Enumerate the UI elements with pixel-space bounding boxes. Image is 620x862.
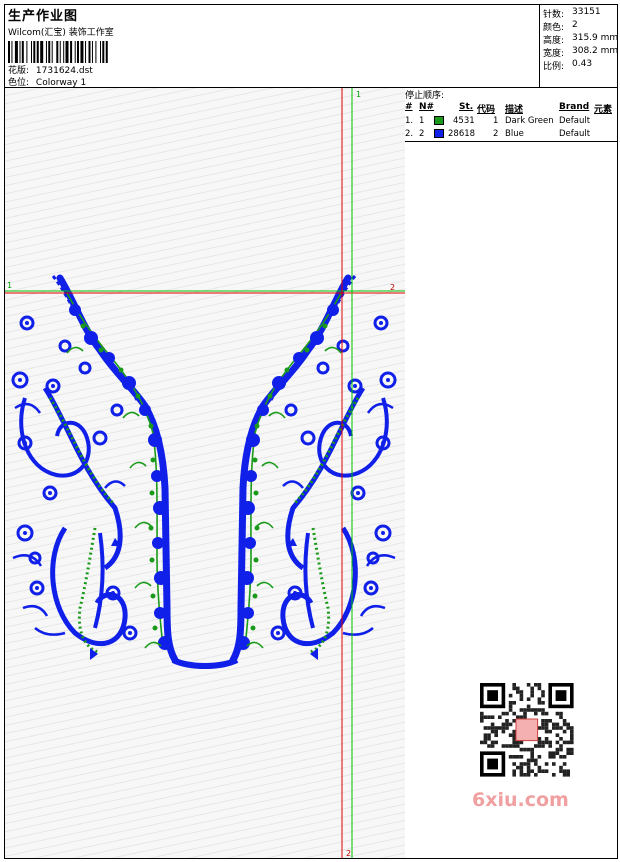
- stat-stitches: 针数: 33151: [543, 7, 601, 20]
- guide-label-left: 1: [7, 281, 12, 290]
- header-info: 生产作业图 Wilcom(汇宝) 装饰工作室 花版: 1731624.dst 色…: [5, 5, 539, 88]
- watermark: 6xiu.com: [472, 789, 569, 811]
- design-left-half: [13, 276, 175, 660]
- color-swatch: [434, 129, 444, 138]
- design-right-half: [233, 276, 395, 660]
- page-title: 生产作业图: [8, 9, 79, 24]
- stop-sequence-title: 停止顺序:: [405, 91, 445, 101]
- col-header-index: #: [405, 102, 413, 112]
- embroidery-design: 1 2 1 2: [5, 88, 405, 858]
- col-header-stitches: St.: [459, 102, 474, 112]
- stat-width: 宽度: 308.2 mm: [543, 46, 619, 59]
- col-header-element: 元素: [594, 105, 613, 115]
- stat-height: 高度: 315.9 mm: [543, 33, 619, 46]
- col-header-needle: N#: [419, 102, 435, 112]
- table-divider: [405, 141, 617, 142]
- qr-code[interactable]: [472, 681, 584, 781]
- stat-colors: 颜色: 2: [543, 20, 578, 33]
- col-header-brand: Brand: [559, 102, 590, 112]
- guide-label-bottom: 2: [346, 849, 351, 858]
- stats-panel: 针数: 33151 颜色: 2 高度: 315.9 mm 宽度: 308.2 mm 比例…: [539, 5, 619, 87]
- col-header-desc: 描述: [505, 105, 524, 115]
- color-swatch: [434, 116, 444, 125]
- guide-label-right: 2: [390, 283, 395, 292]
- design-canvas[interactable]: 1 2 1 2: [5, 88, 405, 858]
- guide-label-top: 1: [356, 90, 361, 99]
- col-header-code: 代码: [477, 105, 496, 115]
- stat-scale: 比例: 0.43: [543, 59, 593, 72]
- studio-name: Wilcom(汇宝) 装饰工作室: [8, 28, 114, 38]
- barcode: [8, 41, 108, 63]
